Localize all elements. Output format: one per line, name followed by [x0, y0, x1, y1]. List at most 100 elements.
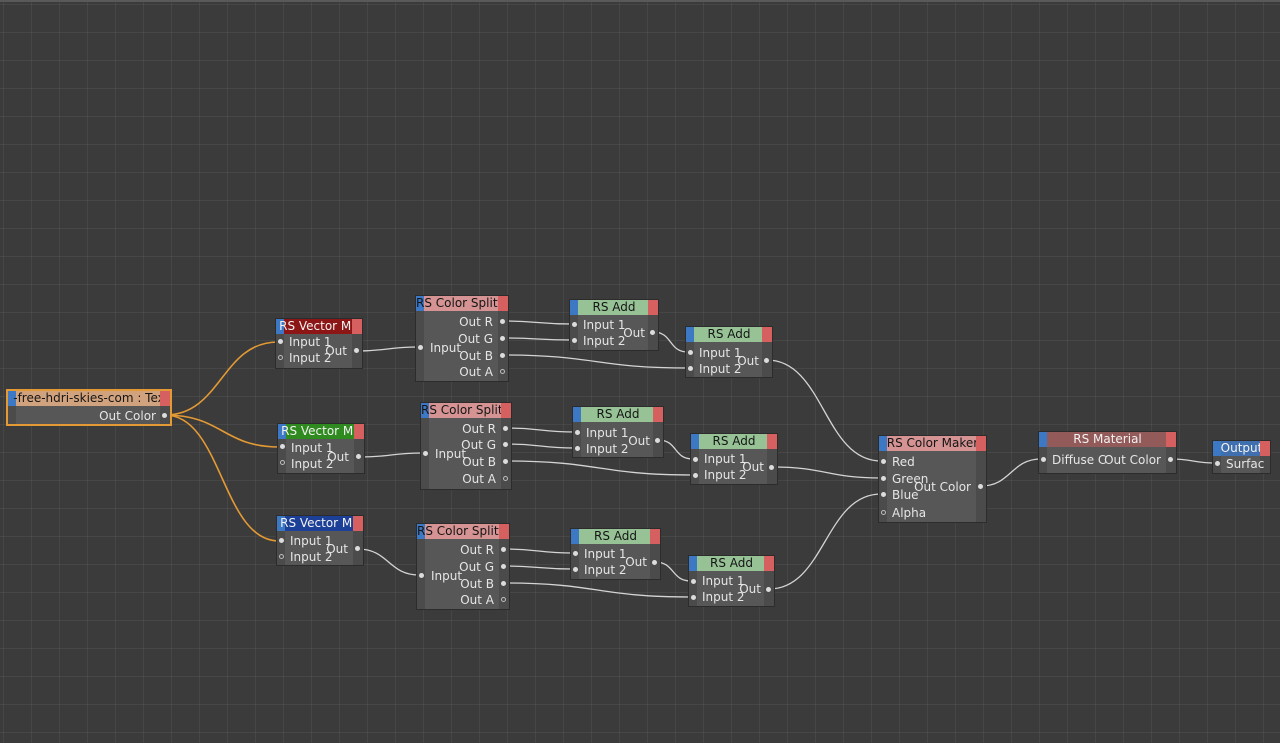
input-port-surface[interactable] [1215, 461, 1220, 466]
wire-s3-g [503, 565, 574, 570]
port-label-out-b: Out B [462, 455, 496, 469]
node-header[interactable]: RS Add [571, 529, 660, 544]
node-rs-add-1b[interactable]: RS Add Input 1 Input 2 Out [686, 327, 772, 377]
output-port[interactable] [978, 484, 983, 489]
input-port-2[interactable] [572, 338, 577, 343]
output-port[interactable] [355, 546, 360, 551]
input-port-alpha[interactable] [881, 510, 886, 515]
wire-add3a-to-add3b [654, 561, 692, 582]
output-port[interactable] [1168, 457, 1173, 462]
node-header[interactable]: -free-hdri-skies-com : Tex [8, 391, 170, 406]
output-port[interactable] [652, 560, 657, 565]
input-port-2[interactable] [688, 366, 693, 371]
node-vector-mult-red[interactable]: RS Vector Mu Input 1 Input 2 Out [276, 319, 362, 368]
input-port-green[interactable] [881, 476, 886, 481]
input-port-1[interactable] [572, 322, 577, 327]
port-label-input-1: Input 1 [699, 346, 742, 360]
input-port-1[interactable] [693, 457, 698, 462]
input-port-2[interactable] [573, 567, 578, 572]
port-label-out-b: Out B [460, 577, 494, 591]
wire-s1-r [502, 320, 573, 325]
output-port[interactable] [655, 438, 660, 443]
input-port-2[interactable] [280, 460, 285, 465]
node-color-maker[interactable]: RS Color Maker Red Green Blue Alpha Out … [879, 436, 986, 522]
output-port[interactable] [356, 454, 361, 459]
input-port-1[interactable] [280, 444, 285, 449]
output-port-r[interactable] [503, 426, 508, 431]
node-color-splitter-3[interactable]: RS Color Splitter Input Out R Out G Out … [417, 524, 509, 609]
input-port-2[interactable] [691, 595, 696, 600]
output-port[interactable] [766, 587, 771, 592]
node-header[interactable]: RS Add [689, 556, 774, 571]
port-label-diffuse: Diffuse C [1052, 453, 1107, 467]
node-title: RS Color Splitter [417, 524, 509, 538]
node-rs-add-1a[interactable]: RS Add Input 1 Input 2 Out [570, 300, 658, 350]
node-header[interactable]: Output [1213, 441, 1270, 456]
output-port-b[interactable] [503, 459, 508, 464]
node-header[interactable]: RS Color Splitter [421, 403, 511, 418]
node-header[interactable]: RS Add [573, 407, 663, 422]
node-output[interactable]: Output Surfac [1213, 441, 1270, 473]
input-port-red[interactable] [881, 459, 886, 464]
input-port-1[interactable] [688, 350, 693, 355]
output-port[interactable] [650, 330, 655, 335]
output-port[interactable] [162, 413, 167, 418]
output-port-b[interactable] [500, 353, 505, 358]
input-port-2[interactable] [279, 554, 284, 559]
node-color-splitter-1[interactable]: RS Color Splitter Input Out R Out G Out … [416, 296, 508, 381]
node-rs-add-3a[interactable]: RS Add Input 1 Input 2 Out [571, 529, 660, 579]
port-label-out-r: Out R [460, 543, 494, 557]
node-header[interactable]: RS Vector Mu [278, 424, 364, 439]
node-rs-add-3b[interactable]: RS Add Input 1 Input 2 Out [689, 556, 774, 606]
wire-s3-b [503, 582, 692, 598]
input-port[interactable] [423, 451, 428, 456]
node-header[interactable]: RS Add [570, 300, 658, 315]
node-texture[interactable]: -free-hdri-skies-com : Tex Out Color [8, 391, 170, 424]
node-header[interactable]: RS Material [1039, 432, 1176, 447]
input-port-2[interactable] [693, 473, 698, 478]
output-port[interactable] [354, 348, 359, 353]
wire-texture-to-vec-green [164, 414, 281, 448]
node-header[interactable]: RS Vector Mu [277, 516, 363, 531]
output-port[interactable] [764, 358, 769, 363]
output-port-g[interactable] [503, 442, 508, 447]
node-title: -free-hdri-skies-com : Tex [13, 391, 165, 405]
output-port-a[interactable] [503, 476, 508, 481]
port-label-out-b: Out B [459, 349, 493, 363]
node-header[interactable]: RS Vector Mu [276, 319, 362, 334]
output-port-g[interactable] [501, 564, 506, 569]
input-port-1[interactable] [279, 538, 284, 543]
port-label-out-g: Out G [459, 560, 494, 574]
output-port-a[interactable] [500, 369, 505, 374]
node-vector-mult-green[interactable]: RS Vector Mu Input 1 Input 2 Out [278, 424, 364, 473]
wire-s1-g [502, 337, 573, 341]
port-label-out: Out [742, 460, 764, 474]
output-port-g[interactable] [500, 336, 505, 341]
output-port[interactable] [769, 465, 774, 470]
input-port-1[interactable] [573, 551, 578, 556]
node-header[interactable]: RS Add [686, 327, 772, 342]
node-color-splitter-2[interactable]: RS Color Splitter Input Out R Out G Out … [421, 403, 511, 489]
wire-maker-to-material [980, 458, 1042, 487]
input-port-2[interactable] [278, 355, 283, 360]
node-header[interactable]: RS Color Maker [879, 436, 986, 451]
node-rs-material[interactable]: RS Material Diffuse C Out Color [1039, 432, 1176, 473]
node-vector-mult-blue[interactable]: RS Vector Mu Input 1 Input 2 Out [277, 516, 363, 565]
node-rs-add-2b[interactable]: RS Add Input 1 Input 2 Out [691, 434, 777, 484]
input-port-diffuse[interactable] [1041, 457, 1046, 462]
output-port-r[interactable] [500, 319, 505, 324]
node-header[interactable]: RS Color Splitter [416, 296, 508, 311]
input-port-1[interactable] [278, 339, 283, 344]
node-header[interactable]: RS Color Splitter [417, 524, 509, 539]
node-rs-add-2a[interactable]: RS Add Input 1 Input 2 Out [573, 407, 663, 457]
input-port-1[interactable] [575, 430, 580, 435]
input-port-2[interactable] [575, 446, 580, 451]
input-port[interactable] [419, 573, 424, 578]
output-port-a[interactable] [501, 597, 506, 602]
input-port-blue[interactable] [881, 492, 886, 497]
node-header[interactable]: RS Add [691, 434, 777, 449]
output-port-r[interactable] [501, 547, 506, 552]
output-port-b[interactable] [501, 581, 506, 586]
input-port-1[interactable] [691, 579, 696, 584]
input-port[interactable] [418, 345, 423, 350]
